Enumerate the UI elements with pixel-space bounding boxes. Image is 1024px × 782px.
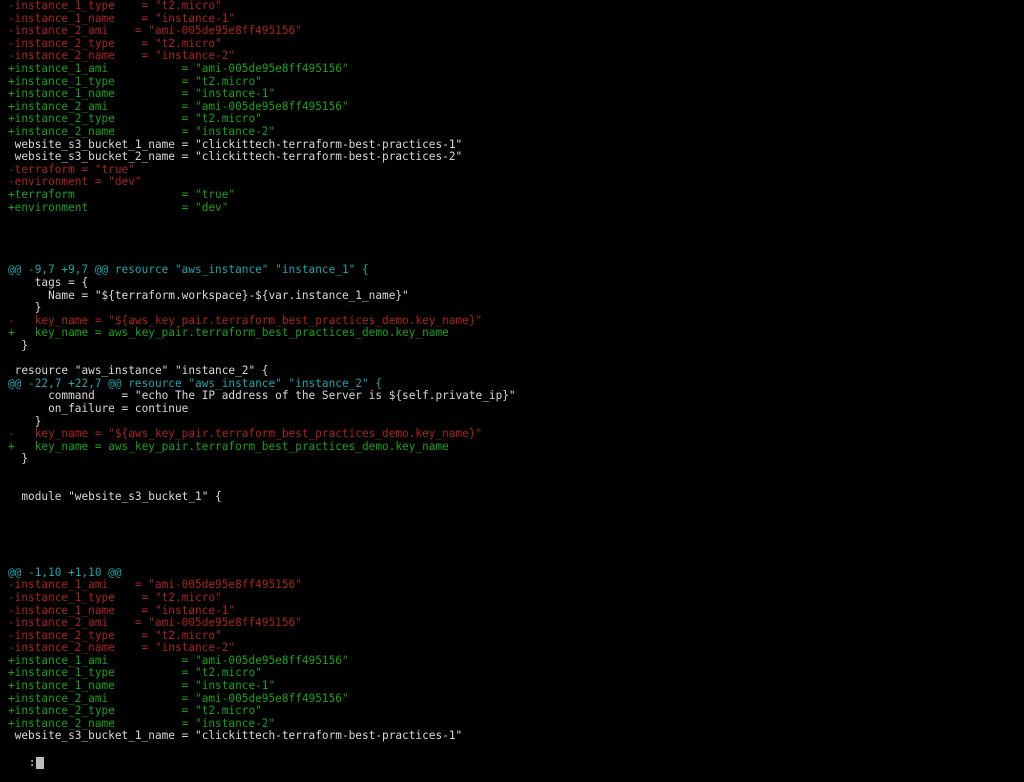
diff-line-add: +instance_2_name = "instance-2" — [8, 716, 276, 730]
diff-line-blank — [0, 466, 1024, 479]
diff-line-ctx: website_s3_bucket_2_name = "clickittech-… — [8, 150, 463, 164]
diff-line-ctx: on_failure = continue — [8, 402, 189, 415]
diff-line-add: +terraform = "true" — [8, 187, 236, 201]
diff-line-add: +instance_1_ami = "ami-005de95e8ff495156… — [8, 61, 349, 75]
diff-line-blank — [0, 529, 1024, 542]
diff-line-blank — [0, 504, 1024, 517]
diff-line-ctx: Name = "${terraform.workspace}-${var.ins… — [8, 288, 409, 302]
diff-line-add: +instance_2_name = "instance-2" — [8, 124, 276, 138]
diff-line-del: -terraform = "true" — [8, 162, 135, 176]
diff-line-blank — [0, 239, 1024, 252]
terminal-window[interactable]: -instance_1_type = "t2.micro" -instance_1… — [0, 0, 1024, 770]
pager-prompt-line[interactable]: : — [0, 743, 1024, 770]
diff-line-add: +instance_1_name = "instance-1" — [8, 87, 276, 101]
diff-line-add: +instance_1_name = "instance-1" — [8, 679, 276, 693]
diff-line-blank — [0, 554, 1024, 567]
diff-line-ctx: } — [8, 339, 29, 353]
diff-line-del: -instance_2_name = "instance-2" — [8, 641, 236, 655]
diff-line-ctx: website_s3_bucket_1_name = "clickittech-… — [8, 729, 463, 743]
diff-line-del: -instance_1_type = "t2.micro" — [8, 0, 222, 12]
diff-line-add: + key_name = aws_key_pair.terraform_best… — [8, 326, 449, 340]
diff-line-ctx: resource "aws_instance" "instance_2" { — [8, 364, 269, 378]
text-cursor — [36, 757, 45, 770]
diff-line-blank — [0, 542, 1024, 555]
diff-line-blank — [0, 227, 1024, 240]
diff-line-ctx: } — [8, 301, 42, 315]
diff-line-hunk: @@ -9,7 +9,7 @@ resource "aws_instance" … — [8, 263, 369, 277]
diff-line-del: -instance_2_ami = "ami-005de95e8ff495156… — [8, 616, 302, 630]
pager-prompt-colon: : — [28, 756, 36, 770]
diff-line-ctx: module "website_s3_bucket_1" { — [8, 490, 222, 504]
diff-line-del: - key_name = "${aws_key_pair.terraform_b… — [8, 427, 483, 441]
diff-line-add: +environment = "dev" — [8, 200, 229, 214]
diff-output-pane: -instance_1_type = "t2.micro" -instance_1… — [0, 0, 1024, 743]
diff-line-ctx: tags = { — [8, 276, 89, 290]
diff-line-del: -instance_1_type = "t2.micro" — [8, 590, 222, 604]
diff-line-ctx: } — [8, 452, 29, 466]
diff-line-del: -instance_2_ami = "ami-005de95e8ff495156… — [8, 24, 302, 38]
diff-line-add: +instance_2_type = "t2.micro" — [8, 704, 262, 718]
diff-line-blank — [0, 516, 1024, 529]
diff-line-blank — [0, 214, 1024, 227]
diff-line-add: + key_name = aws_key_pair.terraform_best… — [8, 439, 449, 453]
